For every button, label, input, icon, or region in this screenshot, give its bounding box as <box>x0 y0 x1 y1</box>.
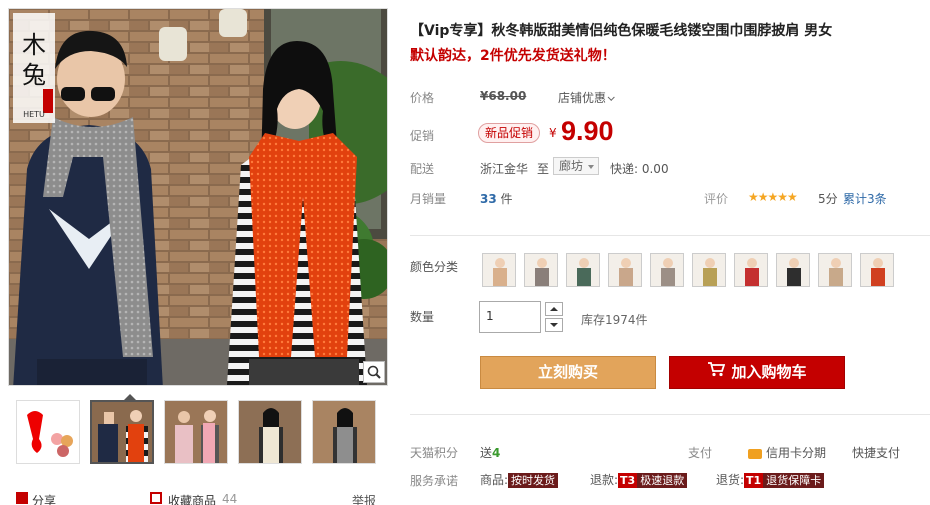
service-return-t-badge: T1 <box>744 473 764 488</box>
monthly-sales-label: 月销量 <box>410 192 447 206</box>
color-swatch[interactable] <box>818 253 852 287</box>
store-discount-label: 店铺优惠 <box>558 91 607 105</box>
thumbnail-1[interactable] <box>16 400 80 464</box>
report-link[interactable]: 举报 <box>352 492 376 505</box>
thumbnail-3[interactable] <box>164 400 228 464</box>
collect-icon[interactable] <box>150 492 162 504</box>
collect-count: 44 <box>222 492 238 505</box>
rating-stars: ★★★★★ <box>748 190 798 204</box>
color-label: 颜色分类 <box>410 260 459 274</box>
quantity-label: 数量 <box>410 310 435 324</box>
promo-price: 9.90 <box>561 116 614 146</box>
service-goods-label: 商品: <box>480 473 509 487</box>
credit-installment-label: 信用卡分期 <box>766 446 827 460</box>
original-price: ¥68.00 <box>480 89 527 103</box>
thumbnail-2[interactable] <box>90 400 154 464</box>
chevron-up-icon <box>550 307 558 311</box>
review-count-link[interactable]: 累计3条 <box>843 190 887 207</box>
product-subtitle: 默认韵达，2件优先发货送礼物！ <box>410 48 616 64</box>
price-label: 价格 <box>410 91 435 105</box>
promo-label: 促销 <box>410 129 435 143</box>
service-label: 服务承诺 <box>410 474 459 488</box>
color-swatch[interactable] <box>776 253 810 287</box>
stock-count: 库存1974件 <box>581 313 648 327</box>
color-swatch[interactable] <box>566 253 600 287</box>
credit-installment[interactable]: 信用卡分期 <box>748 444 826 461</box>
service-refund-label: 退款: <box>590 473 619 487</box>
service-refund-tag[interactable]: 极速退款 <box>637 473 688 488</box>
promo-tag: 新品促销 <box>478 123 541 143</box>
tmall-points: 送4 <box>480 444 500 461</box>
color-swatch[interactable] <box>608 253 642 287</box>
color-swatch[interactable] <box>524 253 558 287</box>
monthly-sales-unit: 件 <box>500 192 513 206</box>
svg-text:木: 木 <box>22 31 46 59</box>
color-swatch[interactable] <box>482 253 516 287</box>
color-swatch[interactable] <box>734 253 768 287</box>
share-link[interactable]: 分享 <box>32 492 56 505</box>
shipping-label: 配送 <box>410 162 435 176</box>
color-swatch[interactable] <box>860 253 894 287</box>
collect-link[interactable]: 收藏商品 <box>168 492 216 505</box>
monthly-sales-count: 33 <box>480 192 497 206</box>
service-return: 退货: T1 退货保障卡 <box>716 471 825 488</box>
svg-text:HETU: HETU <box>23 110 45 119</box>
quantity-decrease-button[interactable] <box>545 318 563 332</box>
quick-pay[interactable]: 快捷支付 <box>852 444 900 461</box>
bottom-action-bar: 分享 收藏商品 44 举报 <box>8 490 388 505</box>
thumbnail-4[interactable] <box>238 400 302 464</box>
color-swatch[interactable] <box>650 253 684 287</box>
service-refund: 退款: T3 极速退款 <box>590 471 688 488</box>
service-goods: 商品: 按时发货 <box>480 471 559 488</box>
divider-1 <box>410 235 930 236</box>
service-refund-t-badge: T3 <box>618 473 638 488</box>
service-return-tag[interactable]: 退货保障卡 <box>763 473 825 488</box>
tmall-points-label: 天猫积分 <box>410 446 459 460</box>
store-discount-dropdown[interactable]: 店铺优惠 <box>558 89 615 106</box>
service-return-label: 退货: <box>716 473 745 487</box>
rating-score: 5分 <box>818 192 838 206</box>
divider-2 <box>410 414 930 415</box>
product-page: 木 兔 HETU 分享 收藏商品 44 举报 【Vip专享】秋冬韩版甜美情侣纯色… <box>0 0 930 505</box>
color-swatch[interactable] <box>692 253 726 287</box>
points-value: 4 <box>492 446 501 460</box>
points-send: 送 <box>480 446 493 460</box>
price-currency: ¥ <box>549 126 557 140</box>
payment-label: 支付 <box>688 446 713 460</box>
brand-logo: 木 兔 HETU <box>13 13 55 123</box>
zoom-icon[interactable] <box>363 361 385 383</box>
destination-select[interactable]: 廊坊 <box>553 157 599 175</box>
quantity-input[interactable]: 1 <box>479 301 541 333</box>
monthly-sales: 33 件 <box>480 190 513 207</box>
credit-card-icon <box>748 448 762 459</box>
shipping-to: 至 <box>537 162 550 176</box>
add-to-cart-button[interactable]: 加入购物车 <box>669 356 845 389</box>
add-to-cart-label: 加入购物车 <box>731 363 807 381</box>
cart-icon <box>707 357 726 388</box>
main-product-image[interactable]: 木 兔 HETU <box>8 8 388 386</box>
service-goods-tag[interactable]: 按时发货 <box>508 473 559 488</box>
thumbnail-strip <box>8 394 388 467</box>
chevron-down-icon <box>607 93 615 101</box>
rating-label: 评价 <box>704 192 729 206</box>
chevron-down-icon <box>550 323 558 327</box>
express-fee: 快递: 0.00 <box>610 162 669 176</box>
product-title: 【Vip专享】秋冬韩版甜美情侣纯色保暖毛线镂空围巾围脖披肩 男女 <box>410 23 833 39</box>
share-icon[interactable] <box>16 492 28 504</box>
thumbnail-5[interactable] <box>312 400 376 464</box>
shipping-origin: 浙江金华 <box>480 162 529 176</box>
buy-now-button[interactable]: 立刻购买 <box>480 356 656 389</box>
quantity-increase-button[interactable] <box>545 302 563 316</box>
svg-text:兔: 兔 <box>22 61 46 89</box>
